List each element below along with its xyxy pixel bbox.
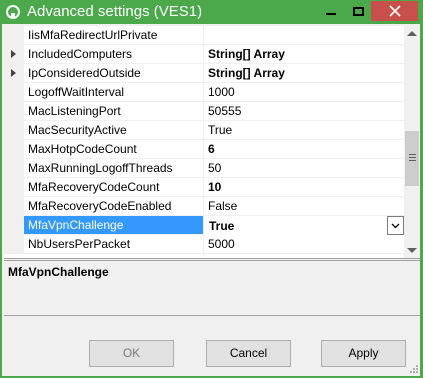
advanced-settings-window: Advanced settings (VES1) IisMfaRedirectU… [0,0,423,378]
property-value[interactable]: String[] Array [204,45,404,64]
property-value[interactable]: False [204,197,404,216]
property-row[interactable]: IncludedComputers String[] Array [4,45,404,64]
app-icon [6,5,20,19]
property-name[interactable]: NbUsersPerPacket [24,235,204,254]
property-row[interactable]: MfaRecoveryCodeCount 10 [4,178,404,197]
expand-arrow-icon[interactable] [11,69,16,77]
row-gutter [4,197,24,216]
grip-line [409,154,416,155]
property-name[interactable]: MaxRunningLogoffThreads [24,159,204,178]
minimize-button[interactable] [316,1,346,21]
property-row[interactable]: MacListeningPort 50555 [4,102,404,121]
property-name[interactable]: MacListeningPort [24,102,204,121]
row-gutter [4,216,24,235]
property-value[interactable]: 50 [204,159,404,178]
property-row[interactable]: MfaVpnChallenge [4,216,404,235]
property-row[interactable]: MaxRunningLogoffThreads 50 [4,159,404,178]
row-gutter [4,235,24,254]
resize-grip-icon[interactable] [409,364,419,374]
vertical-scrollbar[interactable] [404,26,420,258]
property-value-editor[interactable] [209,217,387,234]
property-name[interactable]: MfaVpnChallenge [24,216,204,235]
row-gutter[interactable] [4,64,24,83]
scroll-down-icon[interactable] [407,248,417,253]
property-row[interactable]: NbUsersPerPacket 5000 [4,235,404,254]
cancel-button[interactable]: Cancel [206,340,291,367]
close-button[interactable] [371,1,418,21]
title-bar[interactable]: Advanced settings (VES1) [0,0,423,24]
property-row[interactable]: MaxHotpCodeCount 6 [4,140,404,159]
scrollbar-thumb[interactable] [405,131,419,186]
dialog-client-area: IisMfaRedirectUrlPrivate IncludedComputer… [2,24,420,376]
chevron-down-icon [391,223,400,228]
property-value[interactable]: String[] Array [204,64,404,83]
property-name[interactable]: LogoffWaitInterval [24,83,204,102]
grip-line [409,160,416,161]
property-name[interactable]: MacSecurityActive [24,121,204,140]
property-value[interactable]: 6 [204,140,404,159]
maximize-icon [353,6,364,16]
description-panel: MfaVpnChallenge [4,260,420,316]
property-row[interactable]: IpConsideredOutside String[] Array [4,64,404,83]
property-row[interactable]: LogoffWaitInterval 1000 [4,83,404,102]
property-row[interactable]: MacSecurityActive True [4,121,404,140]
row-gutter [4,178,24,197]
maximize-button[interactable] [345,1,372,21]
property-name[interactable]: MaxHotpCodeCount [24,140,204,159]
property-value[interactable] [204,26,404,45]
value-dropdown-button[interactable] [387,216,404,235]
property-name[interactable]: IncludedComputers [24,45,204,64]
row-gutter [4,102,24,121]
row-gutter [4,140,24,159]
row-gutter [4,159,24,178]
property-value[interactable]: 10 [204,178,404,197]
property-value[interactable]: 5000 [204,235,404,254]
grip-line [409,157,416,158]
property-value[interactable]: True [204,121,404,140]
property-row[interactable]: MfaRecoveryCodeEnabled False [4,197,404,216]
property-value[interactable]: 50555 [204,102,404,121]
property-name[interactable]: IisMfaRedirectUrlPrivate [24,26,204,45]
window-title: Advanced settings (VES1) [27,3,203,20]
property-value[interactable]: 1000 [204,83,404,102]
expand-arrow-icon[interactable] [11,50,16,58]
row-gutter[interactable] [4,45,24,64]
apply-button[interactable]: Apply [321,340,406,367]
row-gutter [4,83,24,102]
property-name[interactable]: MfaRecoveryCodeCount [24,178,204,197]
property-grid[interactable]: IisMfaRedirectUrlPrivate IncludedComputer… [4,26,420,259]
property-name[interactable]: IpConsideredOutside [24,64,204,83]
property-row[interactable]: IisMfaRedirectUrlPrivate [4,26,404,45]
close-icon [388,5,401,17]
row-gutter [4,26,24,45]
ok-button[interactable]: OK [89,340,174,367]
minimize-icon [326,13,336,15]
description-title: MfaVpnChallenge [8,265,109,279]
property-name[interactable]: MfaRecoveryCodeEnabled [24,197,204,216]
scroll-up-icon[interactable] [407,31,417,36]
row-gutter [4,121,24,140]
